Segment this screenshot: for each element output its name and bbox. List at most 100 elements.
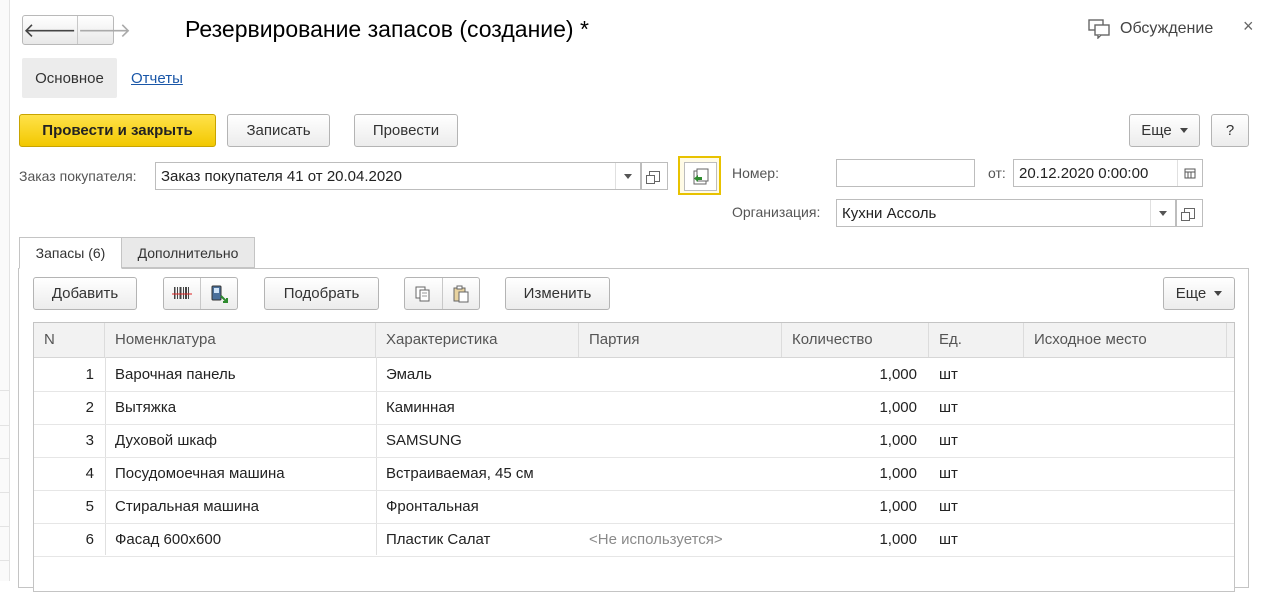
- discussion-icon[interactable]: [1088, 19, 1110, 39]
- cell-unit: шт: [939, 465, 958, 482]
- cell-characteristic: Фронтальная: [386, 498, 479, 515]
- table-row[interactable]: 6 Фасад 600х600 Пластик Салат <Не используе…: [34, 523, 1234, 557]
- organization-value: Кухни Ассоль: [842, 204, 937, 222]
- cell-unit: шт: [939, 399, 958, 416]
- organization-field[interactable]: Кухни Ассоль: [836, 199, 1176, 227]
- cell-source-place: [1034, 358, 1224, 391]
- organization-label: Организация:: [732, 204, 821, 220]
- table-row[interactable]: 3 Духовой шкаф SAMSUNG 1,000 шт: [34, 424, 1234, 458]
- more-label: Еще: [1141, 122, 1172, 139]
- table-row[interactable]: 5 Стиральная машина Фронтальная 1,000 шт: [34, 490, 1234, 524]
- table-more-button[interactable]: Еще: [1163, 277, 1235, 310]
- page-title: Резервирование запасов (создание) *: [185, 16, 589, 42]
- cell-source-place: [1034, 523, 1224, 556]
- cell-n: 5: [85, 498, 94, 515]
- arrow-left-icon: 🡐: [23, 19, 77, 42]
- cell-quantity: 1,000: [879, 399, 917, 416]
- cell-quantity: 1,000: [879, 432, 917, 449]
- order-value: Заказ покупателя 41 от 20.04.2020: [161, 167, 402, 185]
- stocks-table[interactable]: N Номенклатура Характеристика Партия Кол…: [33, 322, 1235, 592]
- column-header-characteristic[interactable]: Характеристика: [376, 323, 579, 357]
- date-value: 20.12.2020 0:00:00: [1019, 164, 1149, 182]
- open-order-button[interactable]: [641, 162, 668, 190]
- close-icon[interactable]: ×: [1243, 16, 1254, 37]
- table-row[interactable]: 4 Посудомоечная машина Встраиваемая, 45 см…: [34, 457, 1234, 491]
- cell-batch: [589, 457, 779, 490]
- cell-n: 3: [85, 432, 94, 449]
- column-header-item[interactable]: Номенклатура: [105, 323, 376, 357]
- table-more-label: Еще: [1175, 285, 1207, 302]
- help-button[interactable]: ?: [1211, 114, 1249, 147]
- cell-item: Вытяжка: [115, 399, 177, 416]
- cell-batch: [589, 358, 779, 391]
- cell-characteristic: Встраиваемая, 45 см: [386, 465, 534, 482]
- cell-quantity: 1,000: [879, 366, 917, 383]
- barcode-button[interactable]: [164, 278, 201, 309]
- open-icon: [646, 170, 660, 184]
- cell-quantity: 1,000: [879, 465, 917, 482]
- cell-characteristic: SAMSUNG: [386, 432, 462, 449]
- cell-batch: [589, 424, 779, 457]
- discussion-link[interactable]: Обсуждение: [1120, 20, 1213, 38]
- section-main[interactable]: Основное: [22, 58, 117, 98]
- order-label: Заказ покупателя:: [19, 168, 137, 184]
- fill-from-order-button[interactable]: [678, 156, 721, 195]
- change-button[interactable]: Изменить: [505, 277, 610, 310]
- column-header-source-place[interactable]: Исходное место: [1024, 323, 1227, 357]
- column-header-batch[interactable]: Партия: [579, 323, 782, 357]
- cell-n: 1: [85, 366, 94, 383]
- cell-characteristic: Эмаль: [386, 366, 432, 383]
- arrow-right-icon: 🡒: [77, 19, 132, 42]
- number-field[interactable]: [836, 159, 975, 187]
- copy-rows-button[interactable]: [405, 278, 443, 309]
- table-row[interactable]: 1 Варочная панель Эмаль 1,000 шт: [34, 358, 1234, 392]
- cell-n: 4: [85, 465, 94, 482]
- left-gutter: [0, 0, 10, 581]
- cell-item: Духовой шкаф: [115, 432, 217, 449]
- cell-unit: шт: [939, 366, 958, 383]
- open-icon: [1181, 207, 1195, 221]
- barcode-icon: [172, 286, 192, 299]
- paste-rows-button[interactable]: [443, 278, 480, 309]
- cell-item: Стиральная машина: [115, 498, 259, 515]
- add-button[interactable]: Добавить: [33, 277, 137, 310]
- column-header-unit[interactable]: Ед.: [929, 323, 1024, 357]
- column-header-n[interactable]: N: [34, 323, 105, 357]
- forward-button[interactable]: 🡒: [76, 16, 132, 44]
- dropdown-icon[interactable]: [615, 163, 640, 189]
- back-button[interactable]: 🡐: [23, 16, 77, 44]
- cell-characteristic: Каминная: [386, 399, 455, 416]
- cell-quantity: 1,000: [879, 531, 917, 548]
- calendar-icon[interactable]: [1177, 160, 1202, 186]
- cell-item: Посудомоечная машина: [115, 465, 285, 482]
- pick-button[interactable]: Подобрать: [264, 277, 379, 310]
- post-button[interactable]: Провести: [354, 114, 458, 147]
- cell-batch: [589, 490, 779, 523]
- cell-source-place: [1034, 457, 1224, 490]
- data-collection-button[interactable]: [201, 278, 237, 309]
- section-reports[interactable]: Отчеты: [131, 70, 183, 87]
- fill-document-icon: [693, 168, 708, 184]
- column-header-quantity[interactable]: Количество: [782, 323, 929, 357]
- cell-unit: шт: [939, 432, 958, 449]
- tab-additional[interactable]: Дополнительно: [121, 237, 255, 268]
- post-and-close-button[interactable]: Провести и закрыть: [19, 114, 216, 147]
- tab-stocks[interactable]: Запасы (6): [19, 237, 122, 269]
- cell-batch: [589, 391, 779, 424]
- more-button[interactable]: Еще: [1129, 114, 1200, 147]
- chevron-down-icon: [1179, 128, 1188, 133]
- number-label: Номер:: [732, 165, 779, 181]
- open-organization-button[interactable]: [1176, 199, 1203, 227]
- order-field[interactable]: Заказ покупателя 41 от 20.04.2020: [155, 162, 641, 190]
- cell-n: 6: [85, 531, 94, 548]
- date-field[interactable]: 20.12.2020 0:00:00: [1013, 159, 1203, 187]
- cell-item: Фасад 600х600: [115, 531, 222, 548]
- scan-group: [163, 277, 238, 310]
- dropdown-icon[interactable]: [1150, 200, 1175, 226]
- chevron-down-icon: [1214, 291, 1223, 296]
- fill-icon-frame: [684, 162, 717, 191]
- save-button[interactable]: Записать: [227, 114, 330, 147]
- cell-unit: шт: [939, 498, 958, 515]
- cell-characteristic: Пластик Салат: [386, 531, 491, 548]
- table-row[interactable]: 2 Вытяжка Каминная 1,000 шт: [34, 391, 1234, 425]
